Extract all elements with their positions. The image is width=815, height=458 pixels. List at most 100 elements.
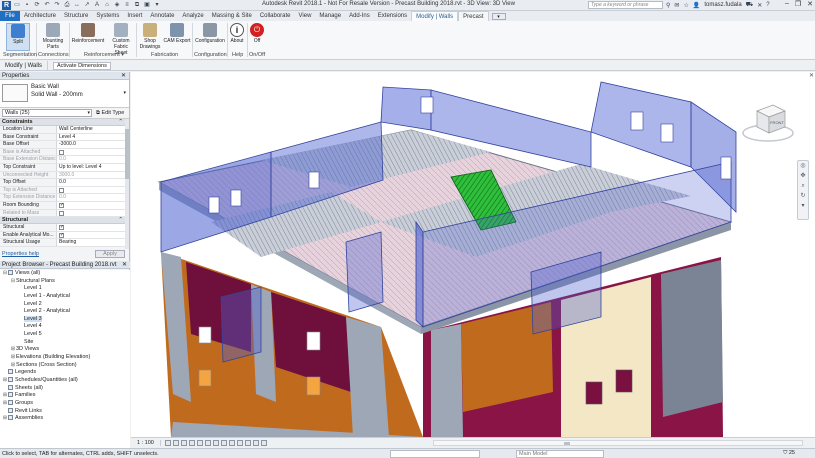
thin-lines-icon[interactable]: ≡ [123, 1, 131, 9]
tab-file[interactable]: File [0, 11, 20, 21]
highlight-displacement-icon[interactable] [252, 440, 259, 446]
property-checkbox[interactable] [59, 224, 64, 231]
search-icon[interactable]: ⚲ [666, 2, 670, 9]
properties-scrollbar[interactable] [125, 119, 129, 249]
tree-node[interactable]: Level 2 [0, 301, 130, 309]
constraints-icon[interactable] [260, 440, 267, 446]
dimension-icon[interactable]: ↗ [83, 1, 91, 9]
tree-node[interactable]: ⊞ Assemblies [0, 415, 130, 423]
tab-systems[interactable]: Systems [92, 11, 123, 21]
open-icon[interactable]: ▭ [13, 1, 21, 9]
mounting-parts-button[interactable]: Mounting Parts [40, 23, 66, 50]
cart-icon[interactable]: ⛟ [746, 1, 754, 9]
close-icon[interactable]: ✕ [807, 0, 813, 8]
pan-icon[interactable]: ✥ [798, 171, 808, 181]
type-selector[interactable]: Basic Wall Solid Wall - 200mm ▾ [0, 80, 129, 108]
group-reinforcement[interactable]: Reinforcement ▾ [84, 52, 124, 58]
property-category[interactable]: Constraints ⌃ [0, 119, 126, 126]
tab-add-ins[interactable]: Add-Ins [345, 11, 374, 21]
property-category[interactable]: Structural ⌃ [0, 217, 126, 225]
property-value[interactable]: Up to level: Level 4 [57, 163, 126, 171]
tree-node[interactable]: Sheets (all) [0, 385, 130, 393]
zoom-icon[interactable]: ⌕ [798, 181, 808, 191]
property-value[interactable]: -3000.0 [57, 141, 126, 148]
tree-node[interactable]: ⊟Structural Plans [0, 278, 130, 286]
switch-windows-icon[interactable]: ▣ [143, 1, 151, 9]
restore-icon[interactable]: ❐ [795, 0, 801, 8]
text-icon[interactable]: A [93, 1, 101, 9]
configuration-button[interactable]: Configuration [194, 23, 226, 44]
tree-node[interactable]: ⊞Sections (Cross Section) [0, 362, 130, 370]
tree-node[interactable]: Level 5 [0, 331, 130, 339]
activate-dimensions-button[interactable]: Activate Dimensions [53, 61, 111, 70]
design-option-dropdown[interactable]: Main Model [516, 449, 604, 458]
off-button[interactable]: ⏻ Off [249, 23, 265, 44]
tab-massing-site[interactable]: Massing & Site [208, 11, 256, 21]
tab-analyze[interactable]: Analyze [178, 11, 207, 21]
edit-type-button[interactable]: ⧉ Edit Type [96, 110, 124, 117]
property-value[interactable] [57, 224, 126, 231]
instance-filter-dropdown[interactable]: Walls (25) ▾ [2, 109, 92, 117]
search-input[interactable]: Type a keyword or phrase [588, 1, 663, 9]
sync-icon[interactable]: ⟳ [33, 1, 41, 9]
tab-collaborate[interactable]: Collaborate [256, 11, 295, 21]
tree-node[interactable]: Revit Links [0, 408, 130, 416]
navbar-options-icon[interactable]: ▾ [798, 201, 808, 211]
viewcube[interactable]: FRONT [741, 97, 795, 147]
crop-view-icon[interactable] [204, 440, 211, 446]
building-model[interactable] [131, 72, 815, 437]
properties-help-link[interactable]: Properties help [2, 251, 39, 257]
property-checkbox[interactable] [59, 232, 64, 238]
close-icon[interactable]: ✕ [122, 261, 127, 269]
property-value[interactable]: Level 4 [57, 133, 126, 141]
tab-modify-walls[interactable]: Modify | Walls [411, 11, 459, 21]
visual-style-icon[interactable] [172, 440, 179, 446]
tab-precast[interactable]: Precast [458, 11, 489, 21]
tree-node[interactable]: Site [0, 339, 130, 347]
viewcube-face-label[interactable]: FRONT [770, 120, 784, 125]
print-icon[interactable]: ⎙ [63, 1, 71, 9]
customize-qat-icon[interactable]: ▾ [153, 1, 161, 9]
tree-node[interactable]: Level 4 [0, 323, 130, 331]
property-value[interactable]: Wall Centerline [57, 126, 126, 133]
property-value[interactable] [57, 231, 126, 239]
apply-button[interactable]: Apply [95, 250, 125, 258]
3d-view-icon[interactable]: ⌂ [103, 1, 111, 9]
sun-path-icon[interactable] [180, 440, 187, 446]
shop-drawings-button[interactable]: Shop Drawings [138, 23, 162, 50]
close-hidden-icon[interactable]: ⧉ [133, 1, 141, 9]
steering-wheel-icon[interactable]: ◎ [798, 161, 808, 171]
view-scale[interactable]: 1 : 100 [131, 440, 161, 446]
split-button[interactable]: Split [6, 23, 30, 51]
tab-extensions[interactable]: Extensions [374, 11, 411, 21]
save-icon[interactable]: ▪ [23, 1, 31, 9]
cam-export-button[interactable]: CAM Export [163, 23, 191, 44]
favorites-icon[interactable]: ☆ [683, 2, 688, 9]
collapse-icon[interactable]: ⌃ [118, 217, 123, 224]
ribbon-minimize-icon[interactable]: ▾ [491, 13, 506, 20]
property-value[interactable]: 0.0 [57, 179, 126, 186]
close-view-icon[interactable]: ✕ [809, 72, 814, 79]
tab-structure[interactable]: Structure [60, 11, 92, 21]
horizontal-scrollbar[interactable] [433, 440, 803, 446]
tree-node[interactable]: Level 2 - Analytical [0, 308, 130, 316]
user-icon[interactable]: 👤 [693, 2, 700, 9]
exchange-icon[interactable]: ✕ [757, 2, 762, 9]
orbit-icon[interactable]: ↻ [798, 191, 808, 201]
tab-manage[interactable]: Manage [315, 11, 345, 21]
tree-node[interactable]: ⊞ Families [0, 392, 130, 400]
tree-node[interactable]: Level 1 [0, 285, 130, 293]
chevron-down-icon[interactable]: ▾ [123, 90, 126, 96]
section-icon[interactable]: ◈ [113, 1, 121, 9]
close-icon[interactable]: ✕ [121, 72, 126, 80]
help-icon[interactable]: ? [766, 2, 769, 8]
comm-center-icon[interactable]: ✉ [674, 2, 679, 9]
about-button[interactable]: i About [229, 23, 245, 44]
tree-node[interactable]: ⊞Elevations (Building Elevation) [0, 354, 130, 362]
workset-dropdown[interactable] [390, 449, 480, 458]
property-value[interactable]: Bearing [57, 239, 126, 246]
tree-node[interactable]: ⊞3D Views [0, 346, 130, 354]
tab-architecture[interactable]: Architecture [20, 11, 60, 21]
temp-hide-icon[interactable] [228, 440, 235, 446]
render-icon[interactable] [196, 440, 203, 446]
